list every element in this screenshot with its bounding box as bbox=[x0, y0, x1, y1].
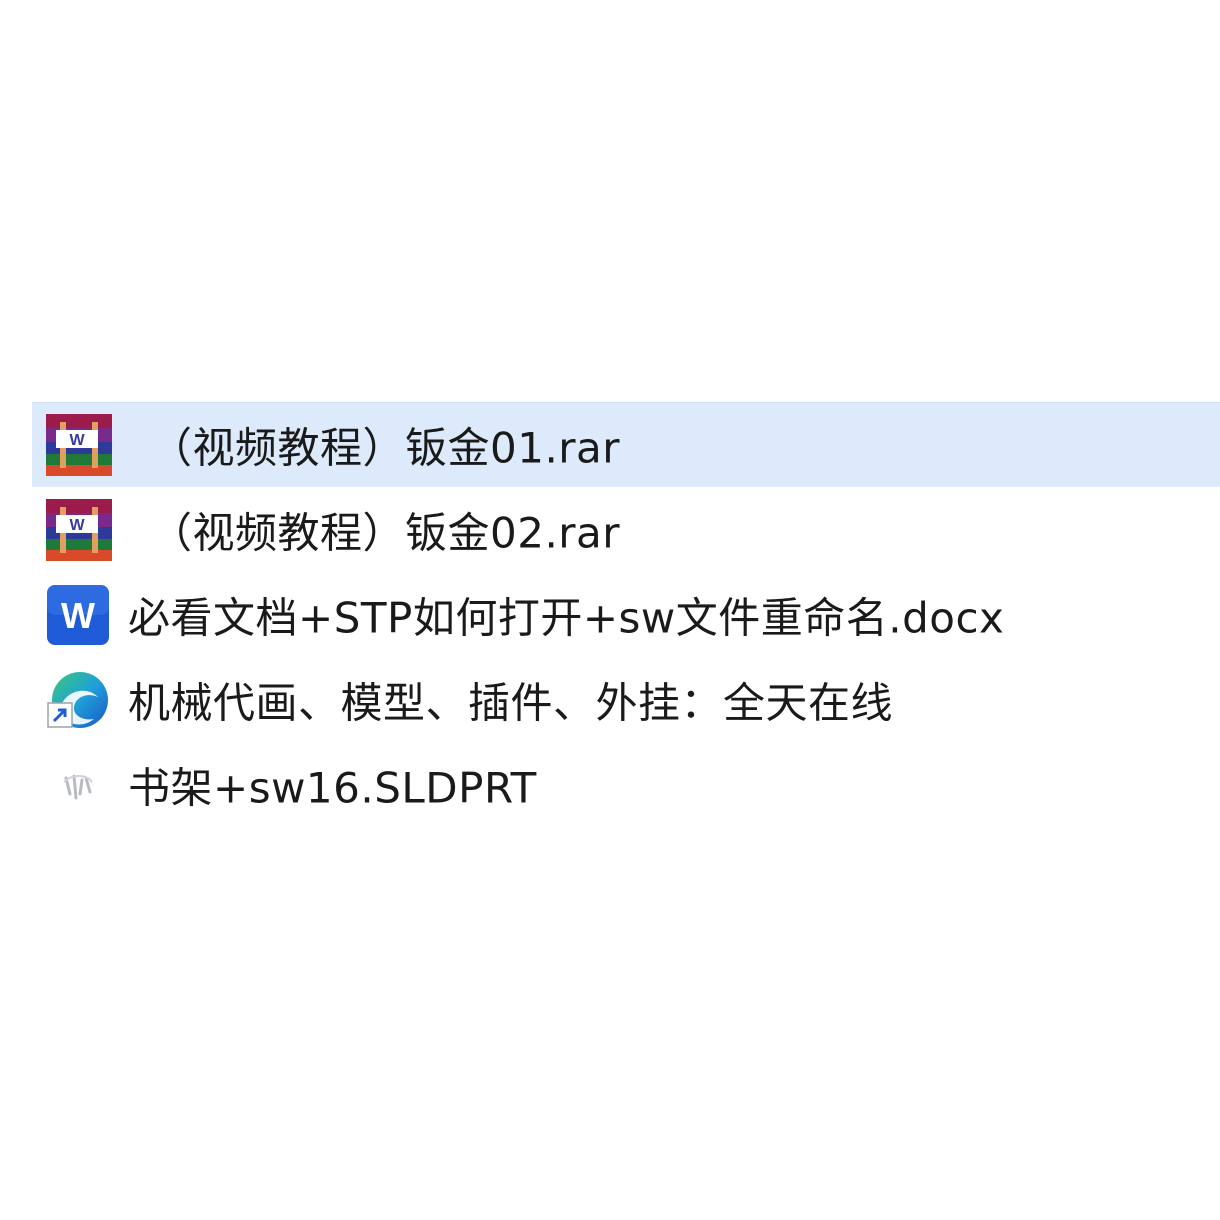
svg-text:W: W bbox=[69, 517, 85, 534]
file-row-rar-02[interactable]: W （视频教程）钣金02.rar bbox=[32, 487, 1220, 572]
file-list: W （视频教程）钣金01.rar W （视频教程）钣金02.rar W 必看文档… bbox=[32, 402, 1220, 827]
file-name: （视频教程）钣金02.rar bbox=[150, 508, 621, 557]
file-row-rar-01[interactable]: W （视频教程）钣金01.rar bbox=[32, 402, 1220, 487]
file-name: 机械代画、模型、插件、外挂：全天在线 bbox=[128, 678, 894, 727]
winrar-archive-icon: W bbox=[46, 413, 112, 476]
solidworks-part-icon bbox=[46, 754, 112, 816]
file-name: 必看文档+STP如何打开+sw文件重命名.docx bbox=[128, 593, 1005, 642]
edge-shortcut-icon bbox=[46, 669, 112, 731]
svg-text:W: W bbox=[69, 432, 85, 449]
file-row-docx[interactable]: W 必看文档+STP如何打开+sw文件重命名.docx bbox=[32, 572, 1220, 657]
file-row-edge-shortcut[interactable]: 机械代画、模型、插件、外挂：全天在线 bbox=[32, 657, 1220, 742]
file-row-sldprt[interactable]: 书架+sw16.SLDPRT bbox=[32, 742, 1220, 827]
file-name: 书架+sw16.SLDPRT bbox=[128, 763, 537, 812]
svg-text:W: W bbox=[61, 595, 95, 636]
word-document-icon: W bbox=[46, 584, 112, 646]
file-name: （视频教程）钣金01.rar bbox=[150, 423, 621, 472]
winrar-archive-icon: W bbox=[46, 498, 112, 561]
